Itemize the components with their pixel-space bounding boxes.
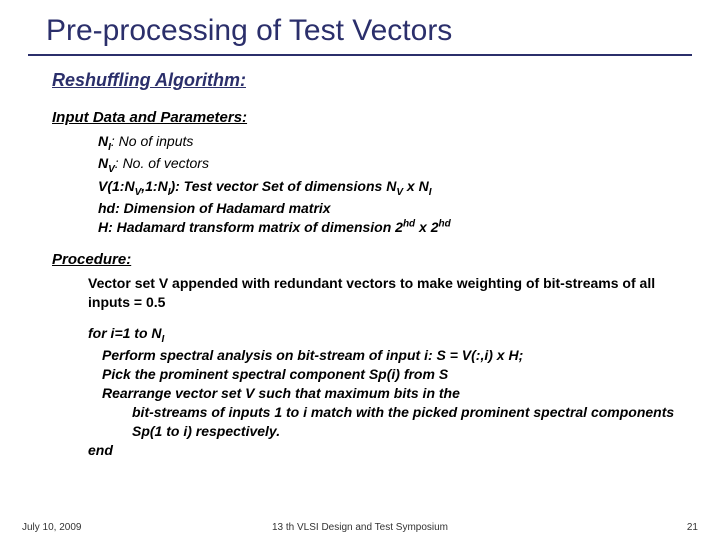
loop-line1: Perform spectral analysis on bit-stream … — [102, 346, 692, 365]
parameters-block: NI: No of inputs NV: No. of vectors V(1:… — [98, 132, 692, 237]
procedure-loop: for i=1 to NI Perform spectral analysis … — [88, 324, 692, 460]
section-reshuffling: Reshuffling Algorithm: — [52, 70, 692, 91]
end-line: end — [88, 441, 692, 460]
param-v: V(1:NV,1:NI): Test vector Set of dimensi… — [98, 177, 692, 199]
param-hd: hd: Dimension of Hadamard matrix — [98, 199, 692, 218]
title-rule — [28, 54, 692, 56]
footer-page: 21 — [687, 522, 698, 533]
loop-line2: Pick the prominent spectral component Sp… — [102, 365, 692, 384]
param-h: H: Hadamard transform matrix of dimensio… — [98, 218, 692, 238]
loop-line3: Rearrange vector set V such that maximum… — [102, 384, 692, 403]
procedure-step1: Vector set V appended with redundant vec… — [88, 274, 692, 312]
section-input-data: Input Data and Parameters: — [52, 109, 692, 126]
loop-line4: bit-streams of inputs 1 to i match with … — [132, 403, 692, 441]
for-line: for i=1 to NI — [88, 324, 692, 346]
param-nv: NV: No. of vectors — [98, 154, 692, 176]
footer-venue: 13 th VLSI Design and Test Symposium — [0, 522, 720, 533]
section-procedure: Procedure: — [52, 251, 692, 268]
slide-title: Pre-processing of Test Vectors — [28, 14, 692, 54]
param-ni: NI: No of inputs — [98, 132, 692, 154]
